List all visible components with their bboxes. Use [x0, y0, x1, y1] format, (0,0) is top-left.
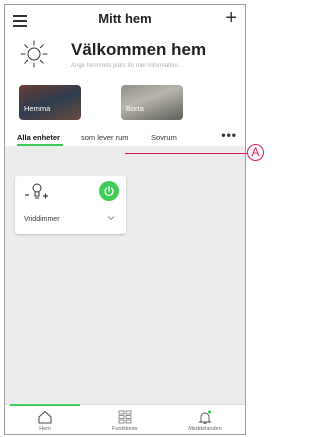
tab-bedroom[interactable]: Sovrum [151, 133, 177, 142]
more-icon[interactable]: ••• [221, 129, 237, 141]
mode-home-label: Hemma [24, 104, 51, 113]
welcome-heading: Välkommen hem [71, 40, 207, 59]
dimmer-bulb-icon [25, 183, 48, 199]
phone-screen: Mitt hem + Välkommen hem Ange hemmets pl… [4, 4, 246, 435]
nav-home-label: Hem [39, 426, 51, 432]
active-nav-indicator [10, 404, 80, 406]
device-card[interactable]: Vriddimmer [15, 176, 126, 234]
room-tabs: Alla enheter som lever rum Sovrum ••• [5, 129, 245, 146]
add-icon[interactable]: + [225, 8, 237, 28]
nav-messages-label: Meddelanden [188, 426, 222, 432]
mode-home-card[interactable]: Hemma [19, 85, 81, 120]
bell-icon [198, 410, 212, 424]
power-icon [104, 185, 114, 197]
nav-home[interactable]: Hem [5, 404, 85, 434]
grid-icon [118, 410, 132, 424]
callout-line [125, 153, 247, 155]
nav-messages[interactable]: Meddelanden [165, 405, 245, 434]
nav-functions-label: Funktioner [112, 426, 138, 432]
nav-functions[interactable]: Funktioner [85, 405, 165, 434]
bottom-nav: Hem Funktioner Meddelanden [5, 404, 245, 434]
location-hint: Ange hemmets plats för mer information. [71, 63, 180, 69]
tab-living-room[interactable]: som lever rum [81, 133, 129, 142]
page-title: Mitt hem [98, 11, 152, 26]
chevron-down-icon[interactable] [107, 214, 115, 222]
device-area: Vriddimmer [5, 146, 245, 404]
header: Mitt hem + Välkommen hem Ange hemmets pl… [5, 5, 245, 146]
device-name: Vriddimmer [24, 216, 60, 223]
power-toggle-button[interactable] [99, 181, 119, 201]
sun-icon [20, 40, 48, 68]
mode-away-card[interactable]: Borta [121, 85, 183, 120]
tab-all-devices[interactable]: Alla enheter [17, 133, 60, 142]
mode-away-label: Borta [126, 104, 144, 113]
callout-marker: A [247, 144, 264, 161]
home-icon [38, 410, 52, 424]
